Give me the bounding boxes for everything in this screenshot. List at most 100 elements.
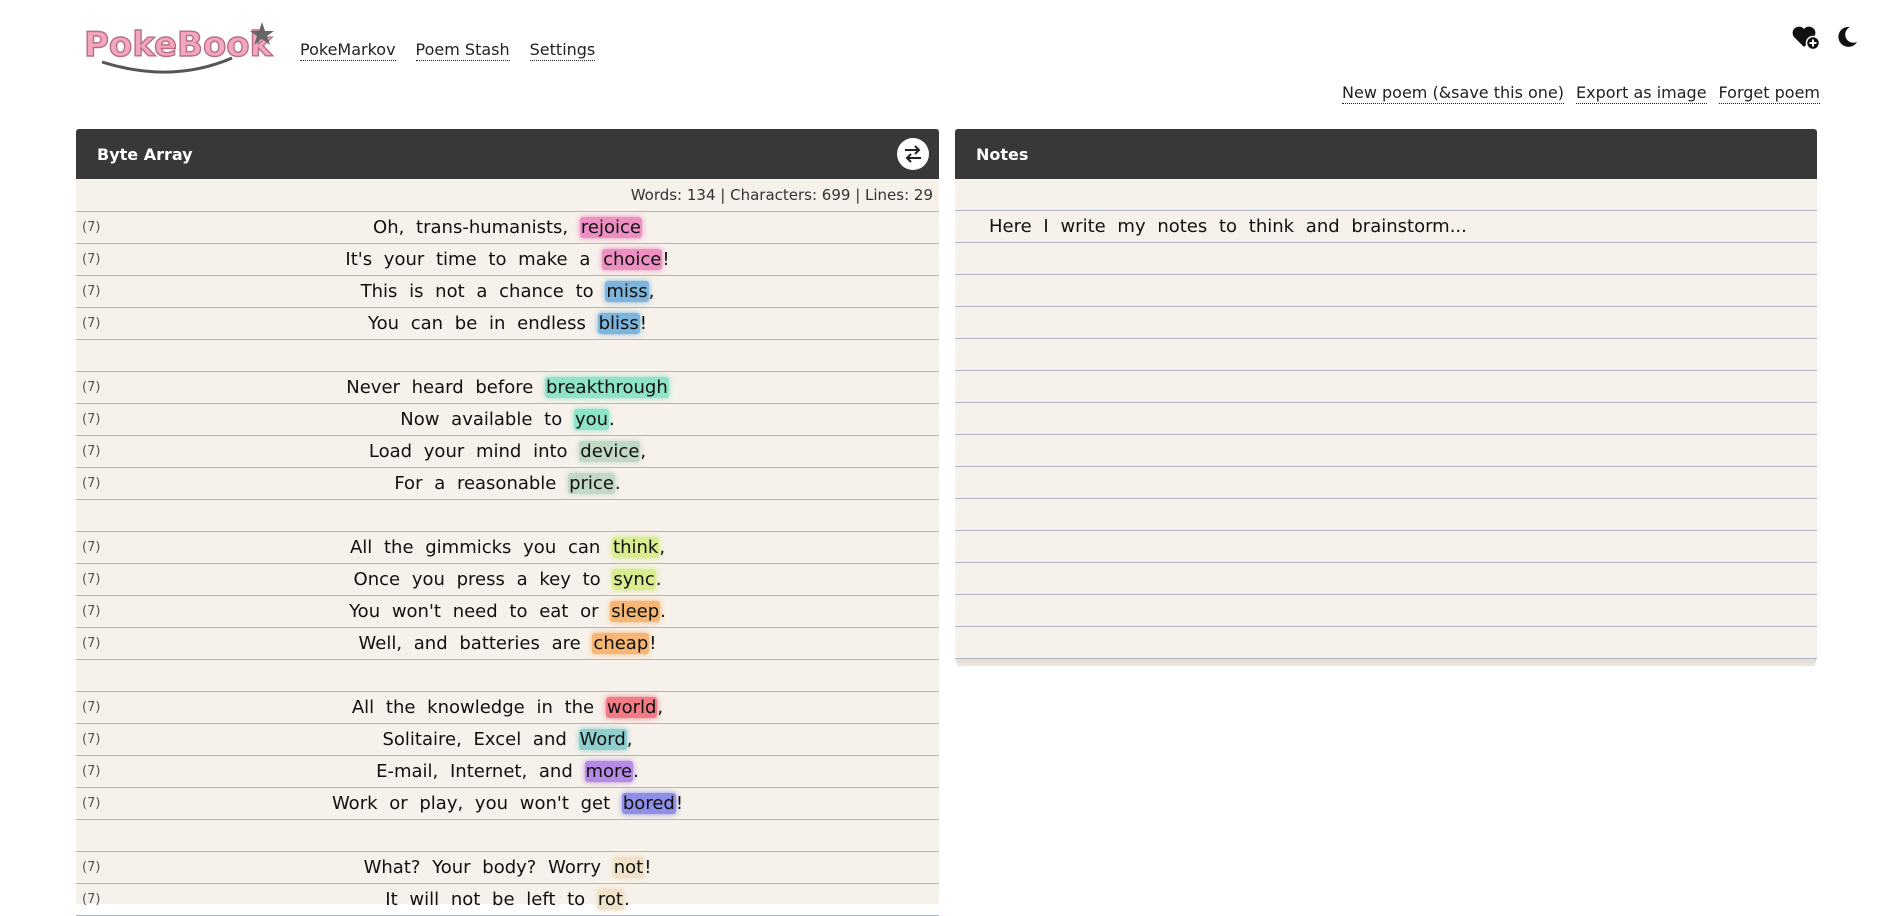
notes-ruled-line: [955, 531, 1817, 563]
nav-pokemarkov[interactable]: PokeMarkov: [300, 40, 396, 61]
pokebook-logo[interactable]: PokeBook: [82, 18, 274, 76]
line-punctuation: .: [633, 761, 639, 782]
poem-line-text: Now available to you.: [400, 409, 615, 430]
rhyme-highlight: think: [612, 537, 660, 558]
poem-panel: Byte Array Words: 134 | Characters: 699 …: [76, 129, 939, 916]
poem-line[interactable]: (7) Well, and batteries are cheap!: [76, 628, 939, 660]
notes-ruled-line: [955, 339, 1817, 371]
syllable-count: (7): [82, 380, 101, 395]
poem-line[interactable]: (7) What? Your body? Worry not!: [76, 852, 939, 884]
notes-ruled-line: [955, 563, 1817, 595]
poem-line[interactable]: (7) You can be in endless bliss!: [76, 308, 939, 340]
poem-lines[interactable]: (7) Oh, trans-humanists, rejoice (7) It's y…: [76, 212, 939, 916]
line-words: Oh, trans-humanists,: [373, 217, 580, 238]
line-punctuation: ,: [626, 729, 633, 750]
new-poem-link[interactable]: New poem (&save this one): [1342, 83, 1565, 104]
rhyme-highlight: bliss: [597, 313, 640, 334]
line-words: Now available to: [400, 409, 574, 430]
svg-text:PokeBook: PokeBook: [84, 25, 274, 65]
rhyme-highlight: rejoice: [579, 217, 642, 238]
moon-icon[interactable]: [1835, 25, 1859, 53]
poem-line[interactable]: (7) Work or play, you won't get bored!: [76, 788, 939, 820]
poem-line-text: For a reasonable price.: [394, 473, 621, 494]
poem-line[interactable]: (7) It's your time to make a choice!: [76, 244, 939, 276]
poem-line[interactable]: (7) Load your mind into device,: [76, 436, 939, 468]
syllable-count: (7): [82, 572, 101, 587]
rhyme-highlight: Word: [578, 729, 627, 750]
poem-title[interactable]: Byte Array: [97, 145, 193, 164]
poem-line[interactable]: [76, 500, 939, 532]
line-punctuation: .: [623, 889, 630, 910]
line-punctuation: ,: [640, 441, 647, 462]
poem-line-text: All the gimmicks you can think,: [350, 537, 665, 558]
main-nav: PokeMarkov Poem Stash Settings: [300, 40, 596, 61]
poem-panel-header: Byte Array: [76, 129, 939, 179]
notes-ruled-line: [955, 595, 1817, 627]
rhyme-highlight: not: [612, 857, 645, 878]
poem-line[interactable]: [76, 660, 939, 692]
poem-line[interactable]: (7) Solitaire, Excel and Word,: [76, 724, 939, 756]
line-punctuation: .: [609, 409, 615, 430]
rhyme-highlight: breakthrough: [545, 377, 669, 398]
line-words: Work or play, you won't get: [331, 793, 622, 814]
poem-line[interactable]: (7) It will not be left to rot.: [76, 884, 939, 916]
poem-line[interactable]: (7) All the gimmicks you can think,: [76, 532, 939, 564]
poem-line[interactable]: (7) For a reasonable price.: [76, 468, 939, 500]
line-words: All the gimmicks you can: [349, 537, 613, 558]
line-words: Once you press a key to: [353, 569, 613, 590]
syllable-count: (7): [82, 316, 101, 331]
poem-stats: Words: 134 | Characters: 699 | Lines: 29: [76, 179, 939, 212]
syllable-count: (7): [82, 860, 101, 875]
rhyme-highlight: miss: [605, 281, 649, 302]
rhyme-highlight: world: [605, 697, 658, 718]
poem-line[interactable]: (7) E-mail, Internet, and more.: [76, 756, 939, 788]
notes-text: Here I write my notes to think and brain…: [989, 216, 1467, 237]
syllable-count: (7): [82, 892, 101, 907]
poem-line[interactable]: (7) Oh, trans-humanists, rejoice: [76, 212, 939, 244]
poem-line[interactable]: [76, 820, 939, 852]
poem-line-text: You can be in endless bliss!: [368, 313, 647, 334]
poem-line[interactable]: (7) Never heard before breakthrough: [76, 372, 939, 404]
poem-line[interactable]: (7) You won't need to eat or sleep.: [76, 596, 939, 628]
line-punctuation: !: [644, 857, 652, 878]
swap-icon[interactable]: [897, 138, 929, 170]
notes-ruled-line: [955, 307, 1817, 339]
rhyme-highlight: choice: [602, 249, 663, 270]
syllable-count: (7): [82, 220, 101, 235]
heart-plus-icon[interactable]: [1791, 24, 1821, 54]
nav-settings[interactable]: Settings: [529, 40, 596, 61]
poem-line[interactable]: (7) All the knowledge in the world,: [76, 692, 939, 724]
poem-line[interactable]: (7) Once you press a key to sync.: [76, 564, 939, 596]
poem-line[interactable]: (7) This is not a chance to miss,: [76, 276, 939, 308]
poem-line-text: Solitaire, Excel and Word,: [382, 729, 633, 750]
rhyme-highlight: bored: [621, 793, 676, 814]
poem-line[interactable]: [76, 340, 939, 372]
notes-textarea[interactable]: Here I write my notes to think and brain…: [955, 179, 1817, 659]
nav-poem-stash[interactable]: Poem Stash: [415, 40, 510, 61]
notes-panel-header: Notes: [955, 129, 1817, 179]
rhyme-highlight: you: [573, 409, 610, 430]
line-words: What? Your body? Worry: [363, 857, 613, 878]
line-punctuation: ,: [648, 281, 655, 302]
syllable-count: (7): [82, 284, 101, 299]
export-image-link[interactable]: Export as image: [1576, 83, 1707, 104]
line-words: For a reasonable: [394, 473, 569, 494]
line-punctuation: !: [649, 633, 657, 654]
line-punctuation: .: [660, 601, 666, 622]
syllable-count: (7): [82, 732, 101, 747]
poem-line-text: Once you press a key to sync.: [353, 569, 661, 590]
poem-line-text: It will not be left to rot.: [385, 889, 630, 910]
top-icons: [1791, 24, 1859, 54]
poem-line-text: What? Your body? Worry not!: [363, 857, 652, 878]
syllable-count: (7): [82, 636, 101, 651]
poem-line-text: Oh, trans-humanists, rejoice: [373, 217, 642, 238]
poem-actions: New poem (&save this one) Export as imag…: [1342, 83, 1820, 104]
forget-poem-link[interactable]: Forget poem: [1718, 83, 1820, 104]
syllable-count: (7): [82, 412, 101, 427]
notes-ruled-line: [955, 499, 1817, 531]
line-punctuation: ,: [657, 697, 664, 718]
poem-line-text: Well, and batteries are cheap!: [359, 633, 657, 654]
rhyme-highlight: rot: [596, 889, 624, 910]
poem-line[interactable]: (7) Now available to you.: [76, 404, 939, 436]
poem-line-text: Load your mind into device,: [369, 441, 646, 462]
